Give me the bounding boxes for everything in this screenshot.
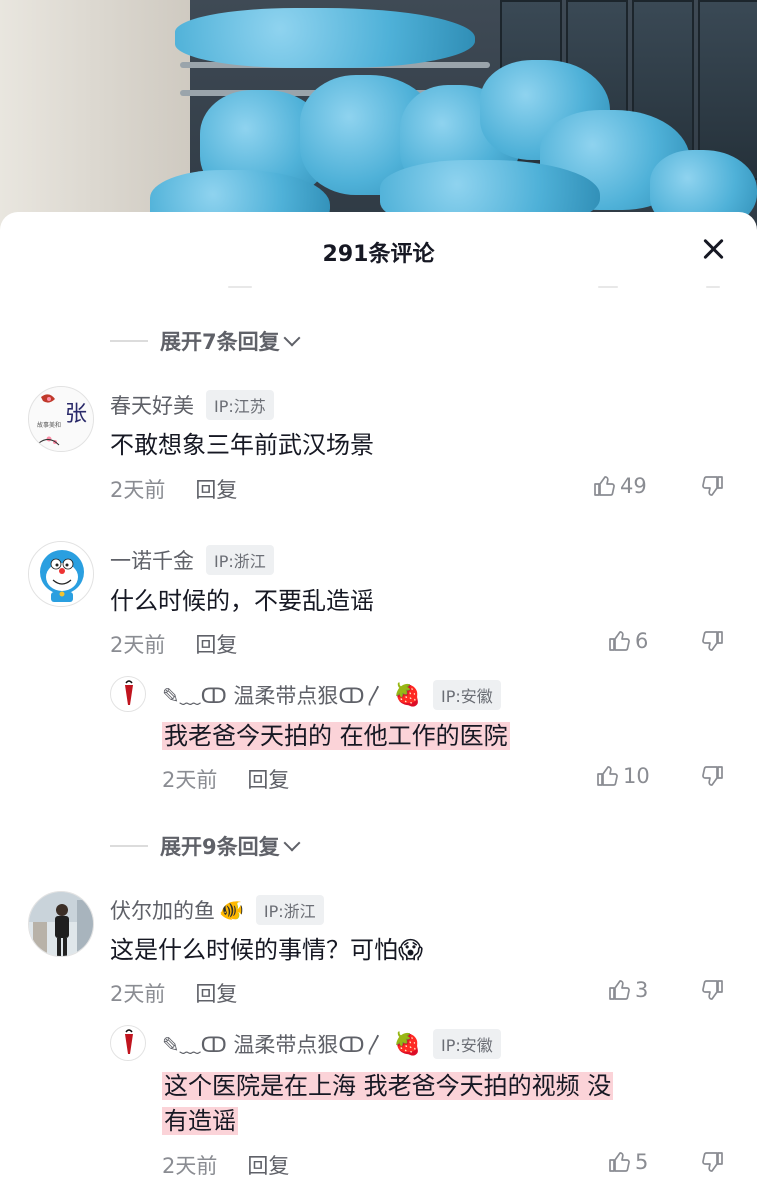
timestamp: 2天前 [110,982,166,1006]
highlighted-text: 我老爸今天拍的 在他工作的医院 [162,722,510,750]
fish-emoji-icon: 🐠 [219,898,244,922]
avatar[interactable]: 张 故事美和 [28,386,94,452]
username-row: 一诺千金 IP:浙江 [110,545,274,575]
divider-line [110,340,148,342]
thumbs-up-icon [597,766,618,786]
like-button[interactable]: 3 [608,978,648,1002]
dislike-button[interactable] [700,1150,724,1178]
thumbs-down-icon [702,631,723,651]
like-button[interactable]: 6 [608,629,648,653]
reply-text: 有造谣 [162,1101,238,1136]
like-count: 10 [623,764,650,788]
username[interactable]: 春天好美 [110,390,194,420]
blue-bag [175,8,475,68]
expand-label: 展开9条回复 [160,835,280,859]
ip-location-badge: IP:江苏 [206,390,274,420]
dislike-button[interactable] [700,764,724,792]
avatar[interactable] [110,1025,146,1061]
timestamp: 2天前 [110,478,166,502]
username-row: ✎﹏ↀ 温柔带点狠ↀ〳 🍓 IP:安徽 [162,680,501,710]
timestamp: 2天前 [162,1154,218,1178]
comment-meta: 2天前 回复 [110,474,237,504]
thumbs-down-icon [702,1152,723,1172]
reply-button[interactable]: 回复 [195,629,237,659]
expand-replies-button[interactable]: 展开7条回复 [110,326,301,356]
dislike-button[interactable] [700,978,724,1006]
expand-label: 展开7条回复 [160,330,280,354]
thumbs-up-icon [609,631,630,651]
ip-location-badge: IP:安徽 [432,1029,501,1059]
comment-count-title: 291条评论 [322,242,435,267]
svg-text:故事美和: 故事美和 [37,421,61,429]
chevron-down-icon [283,834,301,851]
like-button[interactable]: 5 [608,1150,648,1174]
like-count: 3 [635,978,649,1002]
highlighted-text: 有造谣 [162,1107,238,1135]
comment-meta: 2天前 回复 [110,629,237,659]
comment-text: 这是什么时候的事情？可怕😱 [110,936,424,964]
like-button[interactable]: 10 [596,764,650,788]
like-count: 6 [635,629,649,653]
comment-meta: 2天前 回复 [162,1150,289,1180]
timestamp: 2天前 [110,633,166,657]
reply-button[interactable]: 回复 [247,764,289,794]
comment-page: 291条评论 展开7条回复 张 故事美和 春天好美 IP:江苏 不敢想象三年前武… [0,0,757,1200]
scroll-remnant [706,286,720,288]
thumbs-down-icon [702,476,723,496]
reply-button[interactable]: 回复 [247,1150,289,1180]
username[interactable]: 一诺千金 [110,545,194,575]
chevron-down-icon [283,329,301,346]
thumbs-down-icon [702,980,723,1000]
thumbs-up-icon [609,1152,630,1172]
reply-text: 这个医院是在上海 我老爸今天拍的视频 没 [162,1066,614,1101]
username[interactable]: 伏尔加的鱼 [110,895,215,925]
avatar[interactable] [110,676,146,712]
highlighted-text: 这个医院是在上海 我老爸今天拍的视频 没 [162,1072,614,1100]
username[interactable]: ✎﹏ↀ 温柔带点狠ↀ〳 [162,680,386,710]
comment-text: 不敢想象三年前武汉场景 [110,431,374,459]
like-button[interactable]: 49 [593,474,647,498]
ip-location-badge: IP:浙江 [206,545,274,575]
avatar[interactable] [28,541,94,607]
sheet-header: 291条评论 [0,212,757,288]
ip-location-badge: IP:安徽 [432,680,501,710]
like-count: 5 [635,1150,649,1174]
strawberry-icon: 🍓 [393,682,421,708]
reply-button[interactable]: 回复 [195,474,237,504]
divider-line [110,845,148,847]
svg-text:张: 张 [65,402,87,427]
expand-replies-button[interactable]: 展开9条回复 [110,831,301,861]
comment-meta: 2天前 回复 [162,764,289,794]
like-count: 49 [620,474,647,498]
comment-text: 什么时候的，不要乱造谣 [110,587,374,615]
avatar[interactable] [28,891,94,957]
dislike-button[interactable] [700,629,724,657]
comment-meta: 2天前 回复 [110,978,237,1008]
thumbs-down-icon [702,766,723,786]
thumbs-up-icon [594,476,615,496]
reply-text: 我老爸今天拍的 在他工作的医院 [162,716,510,751]
username-row: 伏尔加的鱼 🐠 IP:浙江 [110,895,324,925]
username-row: ✎﹏ↀ 温柔带点狠ↀ〳 🍓 IP:安徽 [162,1029,501,1059]
scroll-remnant [598,286,618,288]
ip-location-badge: IP:浙江 [255,895,324,925]
reply-button[interactable]: 回复 [195,978,237,1008]
scroll-remnant [228,286,252,288]
dislike-button[interactable] [700,474,724,502]
timestamp: 2天前 [162,768,218,792]
username-row: 春天好美 IP:江苏 [110,390,274,420]
close-icon[interactable] [701,236,727,262]
username[interactable]: ✎﹏ↀ 温柔带点狠ↀ〳 [162,1029,386,1059]
thumbs-up-icon [609,980,630,1000]
strawberry-icon: 🍓 [393,1031,421,1057]
